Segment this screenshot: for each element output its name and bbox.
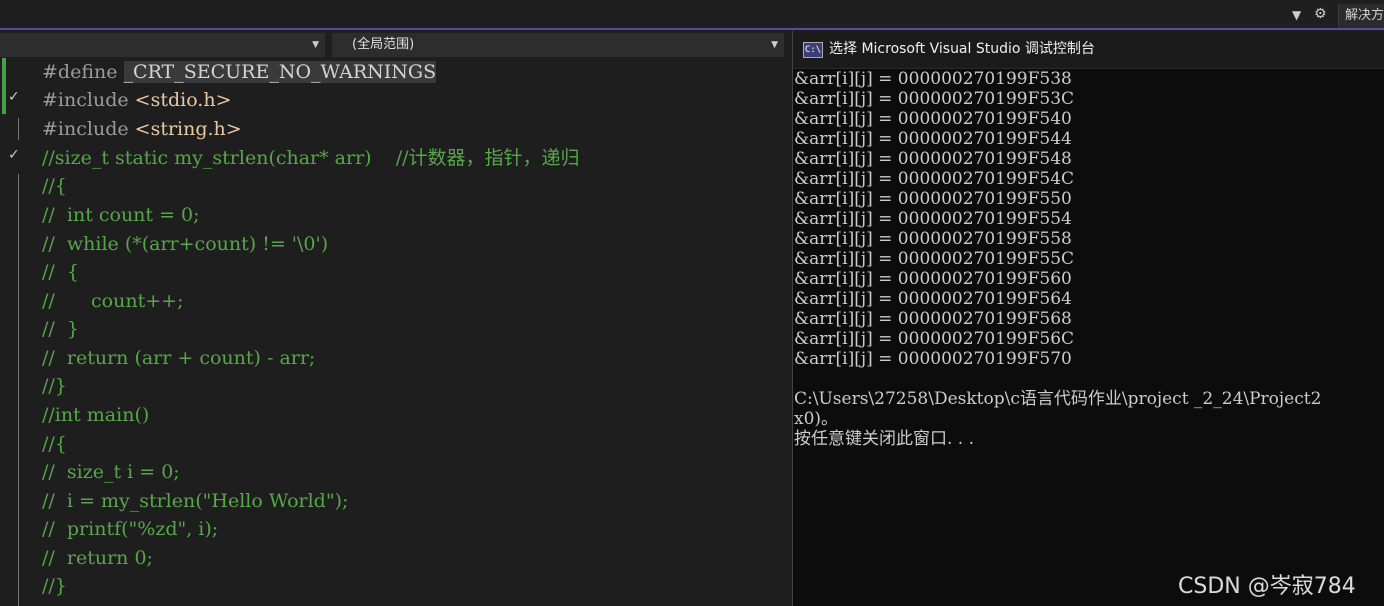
comment-text: // return 0; xyxy=(42,547,153,569)
watermark: CSDN @岑寂784 xyxy=(1178,574,1356,599)
console-output[interactable]: &arr[i][j] = 000000270199F538 &arr[i][j]… xyxy=(794,69,1384,449)
fold-chevron-icon[interactable]: ✓ xyxy=(8,147,20,163)
console-line: &arr[i][j] = 000000270199F570 xyxy=(794,349,1072,369)
code-line[interactable]: // while (*(arr+count) != '\0') xyxy=(0,230,790,258)
top-toolbar: ▼ ⚙ 解决方 xyxy=(0,0,1384,30)
code-line[interactable]: //{ xyxy=(0,430,790,458)
include-path: <stdio.h> xyxy=(134,89,232,111)
code-editor[interactable]: #define _CRT_SECURE_NO_WARNINGS ✓ #inclu… xyxy=(0,58,790,606)
include-keyword: #include xyxy=(42,118,129,140)
console-line: &arr[i][j] = 000000270199F538 xyxy=(794,69,1072,89)
comment-text: // while (*(arr+count) != '\0') xyxy=(42,233,329,255)
console-line: &arr[i][j] = 000000270199F554 xyxy=(794,209,1072,229)
fold-chevron-icon[interactable]: ✓ xyxy=(8,89,20,105)
console-line: &arr[i][j] = 000000270199F53C xyxy=(794,89,1075,109)
console-line: &arr[i][j] = 000000270199F540 xyxy=(794,109,1072,129)
code-line[interactable]: //} xyxy=(0,372,790,400)
console-line: &arr[i][j] = 000000270199F558 xyxy=(794,229,1072,249)
code-line[interactable]: // { xyxy=(0,258,790,286)
member-scope-value: (全局范围) xyxy=(352,37,415,52)
console-line: &arr[i][j] = 000000270199F548 xyxy=(794,149,1072,169)
gear-icon[interactable]: ⚙ xyxy=(1314,6,1327,22)
console-line: 按任意键关闭此窗口. . . xyxy=(794,429,975,449)
comment-text: // return (arr + count) - arr; xyxy=(42,347,316,369)
code-line[interactable]: ✓ #include <stdio.h> xyxy=(0,86,790,114)
comment-text: //{ xyxy=(42,433,67,455)
console-line: &arr[i][j] = 000000270199F54C xyxy=(794,169,1075,189)
code-line[interactable]: #include <string.h> xyxy=(0,115,790,143)
console-line: x0)。 xyxy=(794,409,839,429)
solution-explorer-tab[interactable]: 解决方 xyxy=(1338,4,1384,28)
define-name: _CRT_SECURE_NO_WARNINGS xyxy=(123,61,437,83)
code-line[interactable]: // printf("%zd", i); xyxy=(0,515,790,543)
chevron-down-icon: ▼ xyxy=(771,40,778,50)
comment-text: // } xyxy=(42,318,79,340)
console-line: &arr[i][j] = 000000270199F560 xyxy=(794,269,1072,289)
code-line[interactable]: ✓ //size_t static my_strlen(char* arr) /… xyxy=(0,144,790,172)
code-line[interactable]: // size_t i = 0; xyxy=(0,458,790,486)
navigation-bar: ▼ (全局范围) ▼ xyxy=(0,31,790,58)
code-line[interactable]: // return (arr + count) - arr; xyxy=(0,344,790,372)
type-scope-dropdown[interactable]: ▼ xyxy=(0,33,325,57)
chevron-down-icon: ▼ xyxy=(312,40,319,50)
comment-text: // int count = 0; xyxy=(42,204,200,226)
console-title-bar[interactable]: C:\ 选择 Microsoft Visual Studio 调试控制台 xyxy=(793,31,1384,69)
comment-text: //{ xyxy=(42,175,67,197)
comment-text: //} xyxy=(42,375,67,397)
console-line: &arr[i][j] = 000000270199F564 xyxy=(794,289,1072,309)
dropdown-arrow-icon[interactable]: ▼ xyxy=(1292,8,1301,22)
code-line[interactable]: // i = my_strlen("Hello World"); xyxy=(0,487,790,515)
include-keyword: #include xyxy=(42,89,129,111)
code-line[interactable]: //{ xyxy=(0,172,790,200)
include-path: <string.h> xyxy=(134,118,242,140)
code-line[interactable]: //} xyxy=(0,572,790,600)
console-line: &arr[i][j] = 000000270199F56C xyxy=(794,329,1075,349)
console-line: &arr[i][j] = 000000270199F550 xyxy=(794,189,1072,209)
comment-text: // count++; xyxy=(42,290,184,312)
comment-text: //size_t static my_strlen(char* arr) //计… xyxy=(42,147,580,169)
console-line: &arr[i][j] = 000000270199F568 xyxy=(794,309,1072,329)
code-line[interactable]: // int count = 0; xyxy=(0,201,790,229)
console-line: &arr[i][j] = 000000270199F544 xyxy=(794,129,1072,149)
comment-text: //int main() xyxy=(42,404,150,426)
define-keyword: #define xyxy=(42,61,118,83)
code-line[interactable]: // count++; xyxy=(0,287,790,315)
comment-text: // printf("%zd", i); xyxy=(42,518,219,540)
accent-line xyxy=(0,28,1384,30)
console-line: &arr[i][j] = 000000270199F55C xyxy=(794,249,1075,269)
code-line[interactable]: // return 0; xyxy=(0,544,790,572)
member-scope-dropdown[interactable]: (全局范围) ▼ xyxy=(332,33,784,57)
comment-text: // size_t i = 0; xyxy=(42,461,180,483)
code-line[interactable]: //int main() xyxy=(0,401,790,429)
debug-console-window[interactable]: C:\ 选择 Microsoft Visual Studio 调试控制台 &ar… xyxy=(792,31,1384,606)
code-line[interactable]: #define _CRT_SECURE_NO_WARNINGS xyxy=(0,58,790,86)
comment-text: // { xyxy=(42,261,79,283)
comment-text: // i = my_strlen("Hello World"); xyxy=(42,490,349,512)
console-line: C:\Users\27258\Desktop\c语言代码作业\project _… xyxy=(794,389,1322,409)
comment-text: //} xyxy=(42,575,67,597)
console-app-icon: C:\ xyxy=(803,42,823,58)
console-title: 选择 Microsoft Visual Studio 调试控制台 xyxy=(829,41,1095,57)
code-line[interactable]: // } xyxy=(0,315,790,343)
